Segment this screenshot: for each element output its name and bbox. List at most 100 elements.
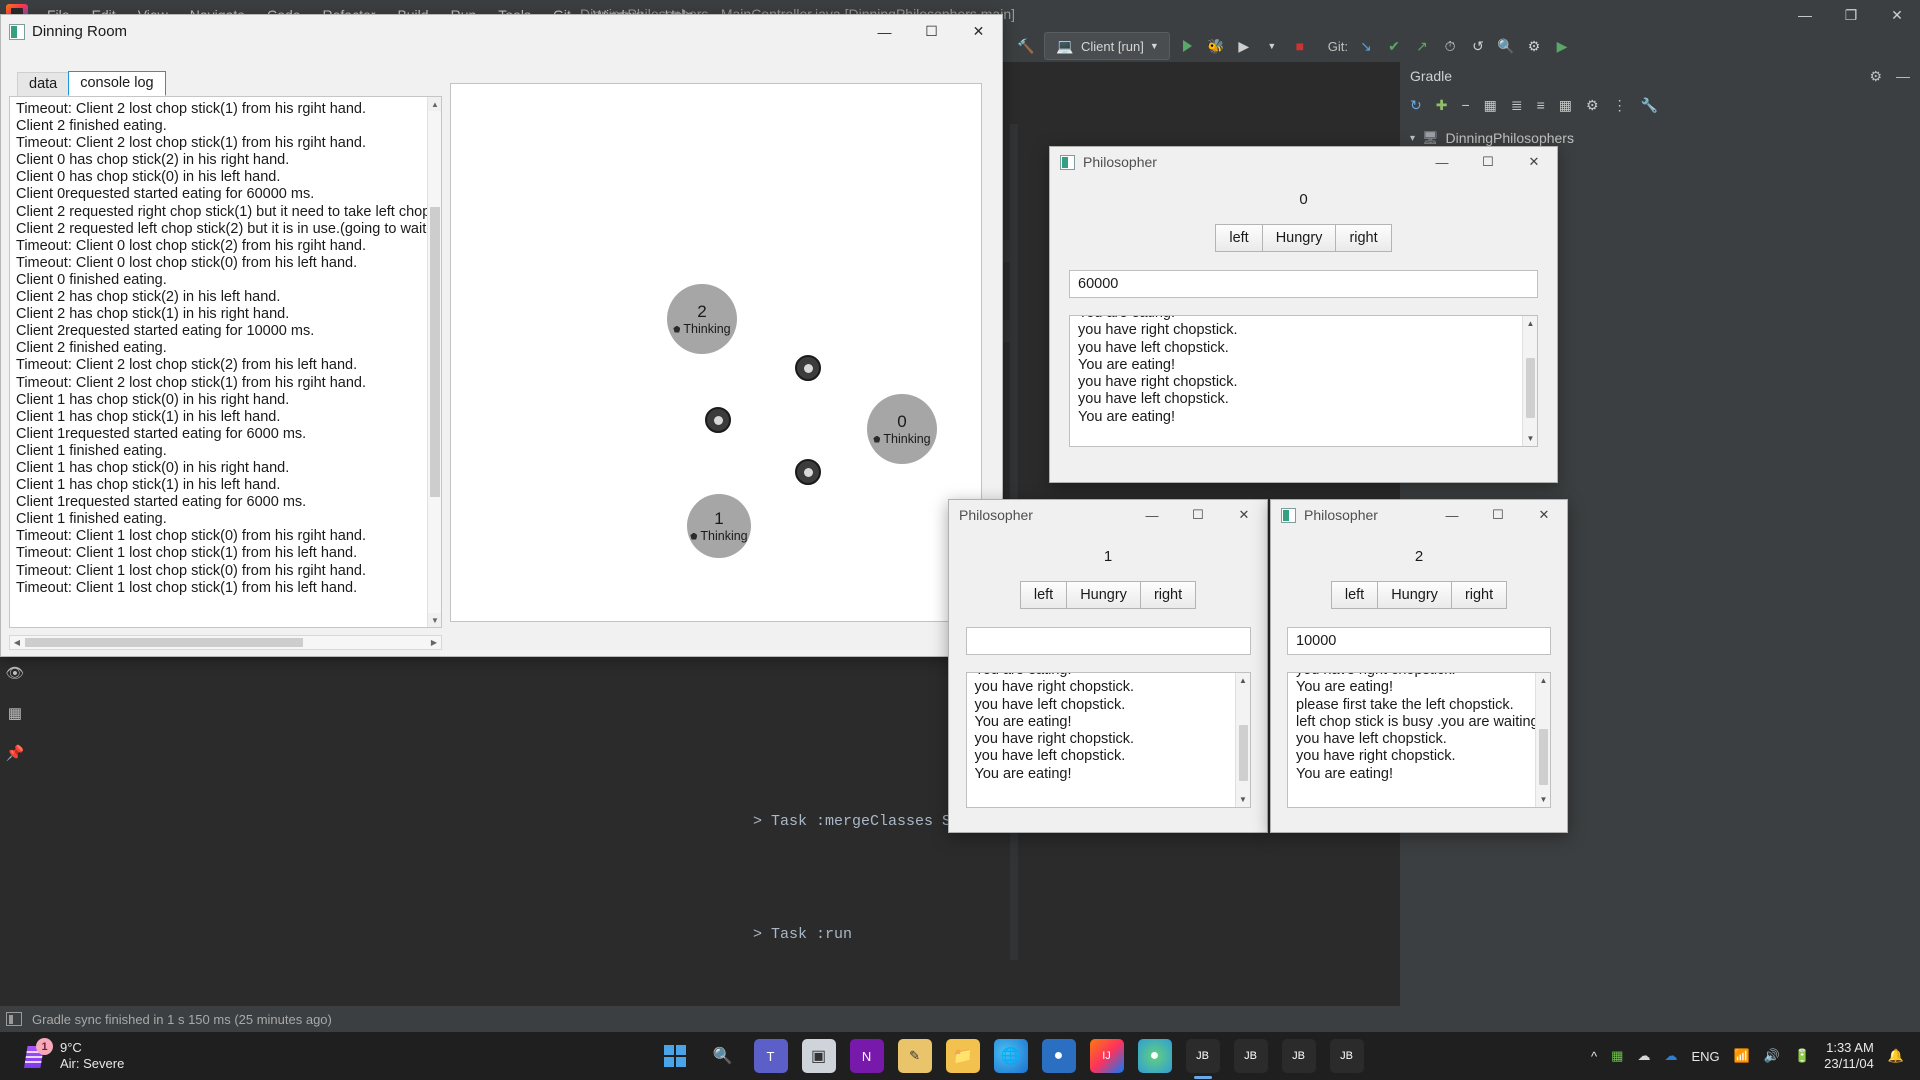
- dinning-room-minimize-button[interactable]: —: [861, 15, 908, 49]
- dinning-room-maximize-button[interactable]: ☐: [908, 15, 955, 49]
- tray-app-icon[interactable]: ▦: [1611, 1048, 1623, 1064]
- tab-data[interactable]: data: [17, 72, 70, 96]
- hide-panel-icon[interactable]: —: [1896, 68, 1910, 85]
- taskbar-start-button[interactable]: [658, 1039, 692, 1073]
- show-hidden-icons-chevron[interactable]: ^: [1591, 1049, 1597, 1064]
- philosopher-2-close-button[interactable]: ✕: [1521, 500, 1567, 530]
- ide-maximize-button[interactable]: ❐: [1828, 0, 1874, 30]
- philosopher-1-right-button[interactable]: right: [1139, 581, 1197, 609]
- taskbar-jb-window-3[interactable]: JB: [1281, 1039, 1316, 1073]
- scroll-down-arrow-icon[interactable]: ▼: [1536, 792, 1550, 807]
- taskbar-explorer-icon[interactable]: 📁: [945, 1039, 980, 1073]
- cloud-sync-icon[interactable]: ☁: [1664, 1048, 1677, 1064]
- run-with-coverage-icon[interactable]: ▶: [1234, 36, 1254, 56]
- dinning-table-canvas[interactable]: 2 Thinking 0 Thinking 1 Thinking: [450, 83, 982, 622]
- tab-console-log[interactable]: console log: [68, 71, 166, 96]
- git-push-icon[interactable]: ↗: [1412, 36, 1432, 56]
- philosopher-2-left-button[interactable]: left: [1330, 581, 1379, 609]
- chopstick-2[interactable]: [795, 459, 821, 485]
- console-log-vertical-scrollbar[interactable]: ▲ ▼: [427, 97, 441, 627]
- scroll-down-arrow-icon[interactable]: ▼: [1236, 792, 1250, 807]
- scrollbar-thumb[interactable]: [1238, 725, 1248, 781]
- philosopher-2-hungry-button[interactable]: Hungry: [1377, 581, 1452, 609]
- taskbar-teams-icon[interactable]: T: [753, 1039, 788, 1073]
- tasks-icon[interactable]: ▦: [1559, 97, 1572, 114]
- philosopher-0-hungry-button[interactable]: Hungry: [1261, 224, 1337, 252]
- philosopher-0-left-button[interactable]: left: [1215, 224, 1263, 252]
- attach-icon[interactable]: ▦: [1484, 97, 1497, 114]
- philosopher-0-log-text[interactable]: You are eating!you have right chopstick.…: [1070, 316, 1522, 446]
- structure-icon[interactable]: ▦: [8, 704, 22, 722]
- volume-icon[interactable]: 🔊: [1764, 1048, 1780, 1064]
- taskbar-jb-window-2[interactable]: JB: [1233, 1039, 1268, 1073]
- notifications-bell-icon[interactable]: 🔔: [1888, 1048, 1904, 1064]
- scroll-left-arrow-icon[interactable]: ◀: [10, 636, 24, 649]
- taskbar-jb-window-4[interactable]: JB: [1329, 1039, 1364, 1073]
- git-update-icon[interactable]: ↘: [1356, 36, 1376, 56]
- eye-icon[interactable]: 👁: [5, 664, 24, 682]
- settings-gear-icon[interactable]: ⚙: [1524, 36, 1544, 56]
- notifications-icon[interactable]: ▶: [1552, 36, 1572, 56]
- scroll-down-arrow-icon[interactable]: ▼: [428, 613, 441, 627]
- chopstick-0[interactable]: [795, 355, 821, 381]
- scroll-up-arrow-icon[interactable]: ▲: [1236, 673, 1250, 688]
- philosopher-1-close-button[interactable]: ✕: [1221, 500, 1267, 530]
- philosopher-0-close-button[interactable]: ✕: [1511, 147, 1557, 177]
- minus-icon[interactable]: −: [1461, 97, 1469, 113]
- chevron-down-icon[interactable]: ▼: [1262, 36, 1282, 56]
- philosopher-0-duration-input[interactable]: [1069, 270, 1538, 298]
- philosopher-2-duration-input[interactable]: [1287, 627, 1551, 655]
- taskbar-store-icon[interactable]: ✎: [897, 1039, 932, 1073]
- undo-icon[interactable]: ↺: [1468, 36, 1488, 56]
- philosopher-1-duration-input[interactable]: [965, 627, 1251, 655]
- expand-all-icon[interactable]: ≣: [1511, 97, 1523, 114]
- scroll-up-arrow-icon[interactable]: ▲: [1523, 316, 1537, 331]
- scroll-right-arrow-icon[interactable]: ▶: [427, 636, 441, 649]
- git-commit-icon[interactable]: ✔: [1384, 36, 1404, 56]
- taskbar-edge-icon[interactable]: 🌐: [993, 1039, 1028, 1073]
- run-configuration-selector[interactable]: 💻 Client [run] ▼: [1044, 32, 1170, 60]
- philosopher-node-2[interactable]: 2 Thinking: [667, 284, 737, 354]
- philosopher-node-0[interactable]: 0 Thinking: [867, 394, 937, 464]
- dinning-room-close-button[interactable]: ✕: [955, 15, 1002, 49]
- philosopher-2-titlebar[interactable]: Philosopher — ☐ ✕: [1271, 500, 1567, 530]
- pin-icon[interactable]: 📌: [6, 744, 25, 762]
- philosopher-1-hungry-button[interactable]: Hungry: [1066, 581, 1141, 609]
- philosopher-0-maximize-button[interactable]: ☐: [1465, 147, 1511, 177]
- wrench-icon[interactable]: 🔧: [1641, 97, 1658, 114]
- scrollbar-thumb[interactable]: [430, 207, 440, 497]
- run-task-icon[interactable]: ⚙: [1586, 97, 1599, 114]
- search-icon[interactable]: 🔍: [1496, 36, 1516, 56]
- taskbar-task-view-icon[interactable]: ▣: [801, 1039, 836, 1073]
- scrollbar-thumb[interactable]: [25, 638, 303, 647]
- taskbar-ide-icon[interactable]: IJ: [1089, 1039, 1124, 1073]
- philosopher-1-minimize-button[interactable]: —: [1129, 500, 1175, 530]
- philosopher-2-maximize-button[interactable]: ☐: [1475, 500, 1521, 530]
- language-indicator[interactable]: ENG: [1691, 1049, 1719, 1064]
- onedrive-icon[interactable]: ☁: [1637, 1048, 1650, 1064]
- refresh-icon[interactable]: ↻: [1410, 97, 1422, 114]
- philosopher-0-right-button[interactable]: right: [1335, 224, 1392, 252]
- philosopher-node-1[interactable]: 1 Thinking: [687, 494, 751, 558]
- taskbar-search-icon[interactable]: 🔍: [706, 1039, 740, 1073]
- scroll-down-arrow-icon[interactable]: ▼: [1523, 431, 1537, 446]
- philosopher-2-log-text[interactable]: you have right chopstick.You are eating!…: [1288, 673, 1535, 807]
- stop-icon[interactable]: ■: [1290, 36, 1310, 56]
- philosopher-1-left-button[interactable]: left: [1019, 581, 1068, 609]
- wifi-icon[interactable]: 📶: [1734, 1048, 1750, 1064]
- philosopher-2-scrollbar[interactable]: ▲ ▼: [1535, 673, 1550, 807]
- scroll-up-arrow-icon[interactable]: ▲: [1536, 673, 1550, 688]
- taskbar-onenote-icon[interactable]: N: [849, 1039, 884, 1073]
- chopstick-1[interactable]: [705, 407, 731, 433]
- console-log-horizontal-scrollbar[interactable]: ◀ ▶: [9, 635, 442, 650]
- collapse-all-icon[interactable]: ≡: [1537, 97, 1545, 113]
- battery-icon[interactable]: 🔋: [1794, 1048, 1810, 1064]
- filter-icon[interactable]: ⋮: [1613, 97, 1627, 114]
- add-icon[interactable]: ✚: [1436, 97, 1448, 114]
- debug-icon[interactable]: 🐝: [1206, 36, 1226, 56]
- philosopher-1-log-text[interactable]: You are eating!you have right chopstick.…: [967, 673, 1235, 807]
- run-button[interactable]: [1178, 36, 1198, 56]
- console-log-text[interactable]: Timeout: Client 2 lost chop stick(1) fro…: [10, 97, 427, 627]
- layout-icon[interactable]: [6, 1012, 22, 1026]
- scrollbar-thumb[interactable]: [1526, 358, 1535, 418]
